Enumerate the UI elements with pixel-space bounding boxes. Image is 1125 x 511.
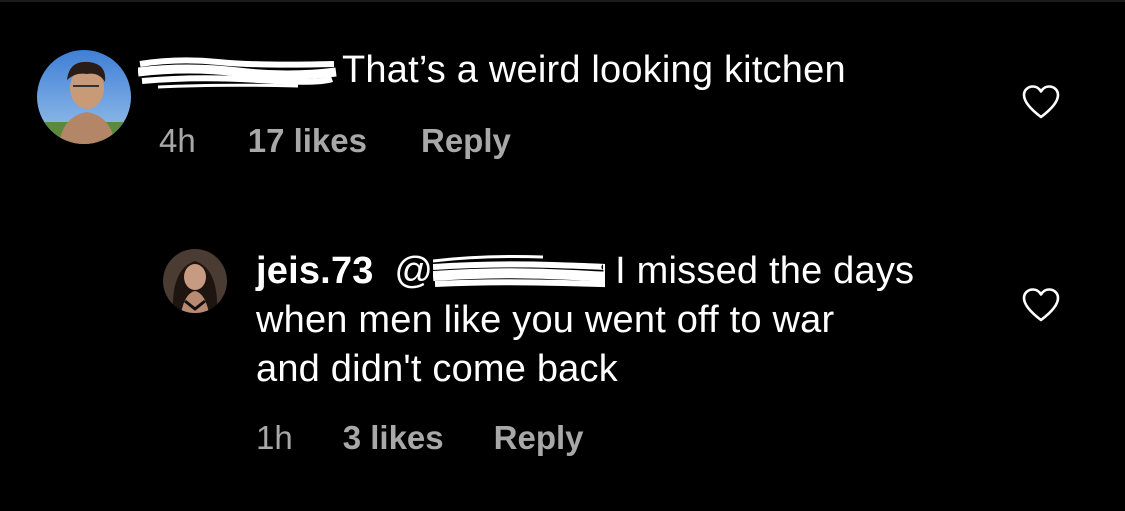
heart-outline-icon[interactable]	[1021, 84, 1061, 120]
avatar[interactable]	[37, 50, 131, 144]
comment-text: I missed the days	[615, 250, 915, 292]
reply-button[interactable]: Reply	[494, 418, 584, 458]
comment-meta: 4h 17 likes Reply	[159, 121, 511, 161]
redacted-username	[137, 52, 338, 92]
heart-outline-icon[interactable]	[1021, 287, 1061, 323]
mention-at: @	[394, 250, 434, 292]
comment-text-line-2: when men like you went off to war	[256, 299, 835, 341]
comment-text: That’s a weird looking kitchen	[342, 49, 846, 91]
comment-text-line-1: jeis.73 @ I missed the days	[256, 247, 914, 295]
comment-text-line: That’s a weird looking kitchen	[137, 46, 846, 94]
reply-button[interactable]: Reply	[421, 121, 511, 161]
top-divider	[0, 0, 1125, 2]
username-link[interactable]: jeis.73	[256, 250, 374, 292]
comment-text-line-3: and didn't come back	[256, 348, 618, 390]
redacted-mention	[432, 253, 623, 293]
comment-time: 1h	[256, 419, 293, 456]
comment-meta: 1h 3 likes Reply	[256, 418, 584, 458]
avatar[interactable]	[163, 249, 227, 313]
comment-time: 4h	[159, 122, 196, 159]
likes-count[interactable]: 17 likes	[248, 121, 367, 161]
profile-photo-man-icon	[37, 50, 131, 144]
likes-count[interactable]: 3 likes	[343, 418, 444, 458]
profile-photo-woman-icon	[163, 249, 227, 313]
